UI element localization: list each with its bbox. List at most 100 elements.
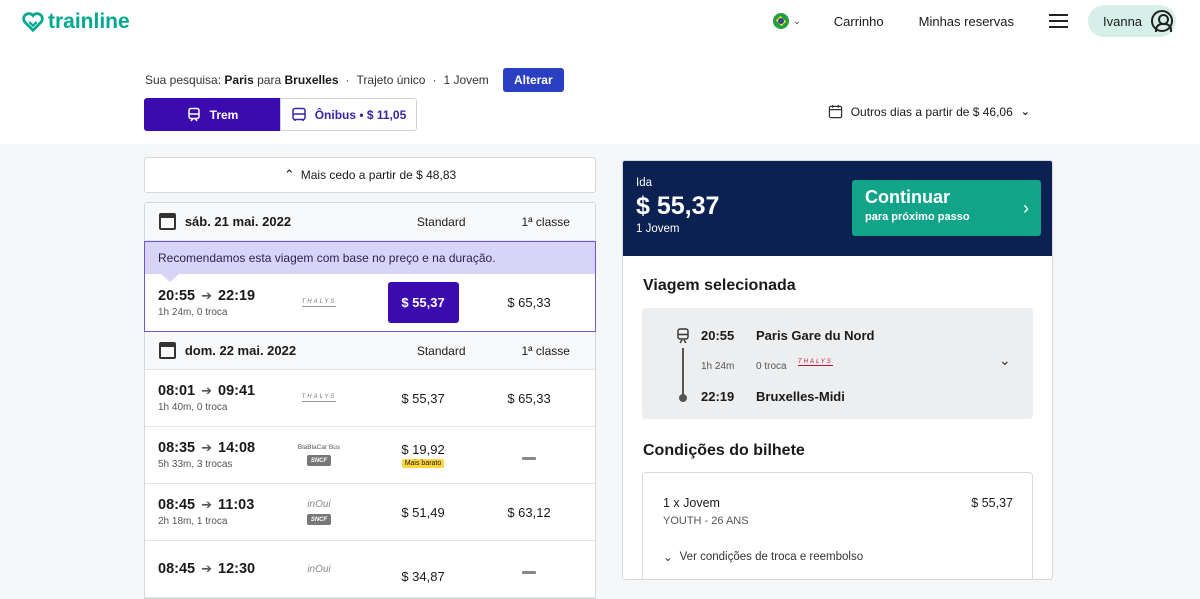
arrival-time: 14:08 [218,440,256,456]
departure-time: 08:45 [158,497,196,513]
user-name: Ivanna [1103,13,1143,29]
calendar-icon [159,213,176,230]
column-first-class: 1ª classe [521,214,570,229]
first-class-price[interactable]: $ 65,33 [479,391,579,406]
continue-subtitle: para próximo passo [865,211,970,223]
column-standard: Standard [416,214,466,229]
sncf-logo: SNCF [307,514,331,525]
day-date: sáb. 21 mai. 2022 [184,214,292,229]
continue-button[interactable]: Continuar para próximo passo › [852,180,1041,236]
journey-changes: 0 troca [756,361,787,372]
journey-row[interactable]: 08:45 ➔ 12:30 inOui $ 34,87 [145,541,595,598]
arrow-right-icon: ➔ [201,440,212,455]
day-header: sáb. 21 mai. 2022 Standard 1ª classe [145,203,595,241]
search-passengers: 1 Jovem [443,73,489,87]
search-destination: Bruxelles [284,73,339,87]
search-trip-type: Trajeto único [356,73,426,87]
chevron-right-icon: › [1023,198,1029,218]
journey-row[interactable]: 08:45 ➔ 11:03 2h 18m, 1 troca inOui SNCF $… [145,484,595,541]
arrow-right-icon: ➔ [201,287,212,303]
search-summary: Sua pesquisa: Paris para Bruxelles · Tra… [145,68,564,92]
journey-row[interactable]: 20:55 ➔ 22:19 1h 24m, 0 troca THALYS $ 55,… [145,274,595,331]
total-price: $ 55,37 [636,192,720,220]
thalys-logo: THALYS [798,359,833,366]
standard-price[interactable]: $ 51,49 [401,505,444,520]
recommended-journey: Recomendamos esta viagem com base no pre… [144,241,596,332]
standard-price[interactable]: $ 19,92 [401,442,444,457]
day-header: dom. 22 mai. 2022 Standard 1ª classe [145,332,595,370]
first-class-unavailable [479,448,579,463]
journey-info: 5h 33m, 3 trocas [158,459,233,470]
chevron-down-icon[interactable]: ⌄ [793,16,801,27]
journey-duration: 1h 24m [701,361,735,372]
thalys-logo: THALYS [301,394,337,402]
user-menu-button[interactable]: Ivanna [1088,5,1176,37]
logo-text: trainline [48,10,130,33]
earlier-trains-label: Mais cedo a partir de $ 48,83 [300,168,457,182]
journey-info: 1h 40m, 0 troca [158,402,228,413]
inoui-logo: inOui [307,563,331,575]
chevron-down-icon: ⌄ [663,552,673,564]
tab-bus-label: Ônibus • $ 11,05 [314,107,407,122]
standard-price[interactable]: $ 55,37 [401,391,444,406]
blablacar-bus-logo: BlaBlaCar Bus [297,444,341,451]
other-days-label: Outros dias a partir de $ 46,06 [850,104,1013,119]
arrival-station: Bruxelles-Midi [756,389,845,404]
column-first-class: 1ª classe [521,343,570,358]
departure-time: 20:55 [701,328,735,343]
departure-time: 20:55 [158,287,196,304]
arrow-right-icon: ➔ [201,383,212,398]
first-class-price[interactable]: $ 63,12 [479,505,579,520]
arrow-right-icon: ➔ [201,497,212,512]
column-standard: Standard [416,343,466,358]
change-search-button[interactable]: Alterar [502,68,564,92]
departure-time: 08:45 [158,561,196,577]
journey-info: 2h 18m, 1 troca [158,516,228,527]
ticket-price: $ 55,37 [971,496,1013,510]
transport-mode-tabs: Trem Ônibus • $ 11,05 [144,98,417,131]
calendar-icon [159,342,176,359]
departure-station: Paris Gare du Nord [756,328,875,343]
journey-row[interactable]: 08:35 ➔ 14:08 5h 33m, 3 trocas BlaBlaCar B… [145,427,595,484]
selected-journey-card[interactable]: 20:55 Paris Gare du Nord 1h 24m 0 troca … [642,308,1033,419]
continue-title: Continuar [865,187,950,207]
panel-header: Ida $ 55,37 1 Jovem Continuar para próxi… [623,161,1052,256]
departure-time: 08:01 [158,383,196,399]
earlier-trains-button[interactable]: ⌃ Mais cedo a partir de $ 48,83 [144,157,596,193]
journey-row[interactable]: 08:01 ➔ 09:41 1h 40m, 0 troca THALYS $ 55,… [145,370,595,427]
other-days-dropdown[interactable]: Outros dias a partir de $ 46,06 ⌄ [828,104,1030,119]
selection-panel: Ida $ 55,37 1 Jovem Continuar para próxi… [622,160,1053,580]
my-bookings-link[interactable]: Minhas reservas [919,14,1014,29]
view-conditions-link[interactable]: ⌄ Ver condições de troca e reembolso [663,550,863,564]
route-line [682,348,684,396]
cheapest-badge: Mais barato [401,459,445,468]
arrival-time: 11:03 [218,497,255,513]
top-bar: trainline ⌄ Carrinho Minhas reservas Iva… [0,0,1200,144]
first-class-price[interactable]: $ 65,33 [479,295,579,310]
standard-price-button-selected[interactable]: $ 55,37 [387,282,459,323]
tab-bus[interactable]: Ônibus • $ 11,05 [280,98,417,131]
arrival-time: 09:41 [218,383,256,399]
selected-trip-title: Viagem selecionada [643,277,796,294]
sncf-logo: SNCF [307,455,331,466]
thalys-logo: THALYS [301,298,337,307]
direction-label: Ida [636,177,652,189]
arrival-time: 12:30 [218,561,256,577]
calendar-icon [828,104,842,119]
cart-link[interactable]: Carrinho [834,14,884,29]
trainline-logo[interactable]: trainline [22,10,130,34]
view-conditions-label: Ver condições de troca e reembolso [679,551,864,563]
user-avatar-icon [1151,10,1174,32]
ticket-conditions-card: 1 x Jovem $ 55,37 YOUTH - 26 ANS ⌄ Ver c… [642,472,1033,579]
chevron-down-icon[interactable]: ⌄ [999,352,1011,369]
menu-icon[interactable] [1049,14,1068,28]
journey-info: 1h 24m, 0 troca [158,306,228,318]
brazil-flag-icon[interactable] [773,13,790,29]
search-prefix: Sua pesquisa: [145,73,222,87]
train-icon [677,328,689,344]
tab-train[interactable]: Trem [144,98,280,131]
chevron-up-icon: ⌃ [283,167,295,182]
arrival-time: 22:19 [701,389,735,404]
bus-icon [291,107,306,121]
top-nav: ⌄ Carrinho Minhas reservas Ivanna [773,5,1176,37]
